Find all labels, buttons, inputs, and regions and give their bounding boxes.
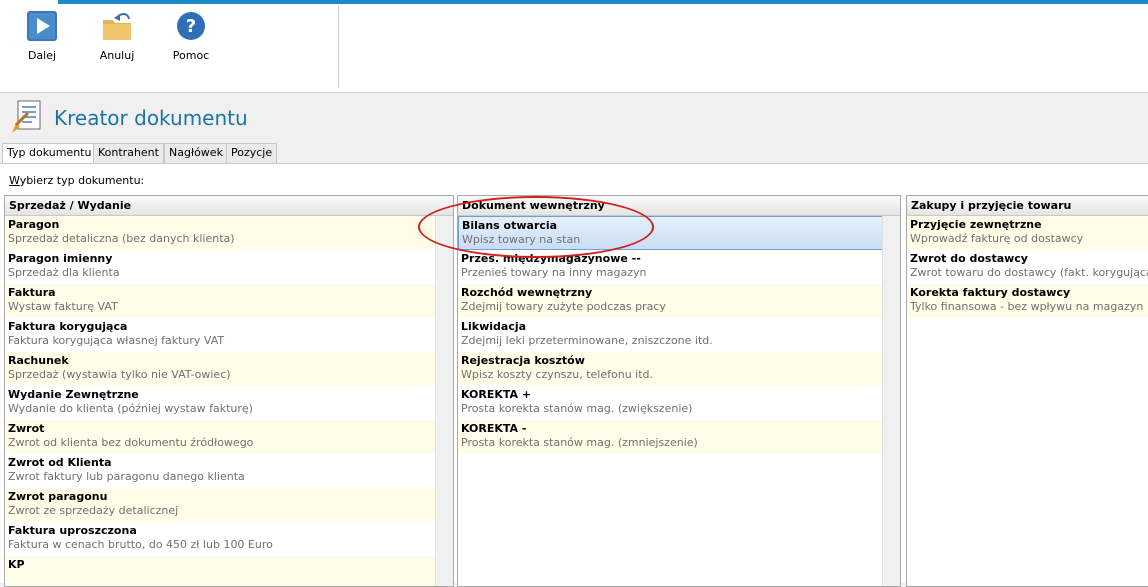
item-desc: Sprzedaż detaliczna (bez danych klienta) xyxy=(8,232,235,245)
sales-panel: Sprzedaż / Wydanie Paragon Sprzedaż detal… xyxy=(4,195,454,587)
item-desc: Prosta korekta stanów mag. (zmniejszenie… xyxy=(461,436,698,449)
toolbar: Dalej Anuluj ? Pomoc xyxy=(0,0,1148,93)
item-desc: Zwrot towaru do dostawcy (fakt. korygują… xyxy=(910,266,1148,279)
item-desc: Wystaw fakturę VAT xyxy=(8,300,118,313)
item-title: KOREKTA + xyxy=(461,388,532,401)
play-icon xyxy=(26,11,58,45)
list-item[interactable]: Zwrot do dostawcy Zwrot towaru do dostawc… xyxy=(907,250,1148,284)
internal-panel: Dokument wewnętrzny Bilans otwarcia Wpisz… xyxy=(457,195,901,587)
cancel-button[interactable]: Anuluj xyxy=(87,10,147,62)
item-desc: Zwrot faktury lub paragonu danego klient… xyxy=(8,470,245,483)
help-icon: ? xyxy=(175,12,207,45)
list-item[interactable]: Przes. międzymagazynowe -- Przenieś towar… xyxy=(458,250,885,284)
item-title: Wydanie Zewnętrzne xyxy=(8,388,139,401)
item-title: Zwrot od Klienta xyxy=(8,456,112,469)
toolbar-separator xyxy=(338,6,339,88)
item-desc: Wprowadź fakturę od dostawcy xyxy=(910,232,1084,245)
item-desc xyxy=(8,572,453,586)
tab-document-type[interactable]: Typ dokumentu xyxy=(2,143,97,165)
item-desc: Sprzedaż (wystawia tylko nie VAT-owiec) xyxy=(8,368,231,381)
list-item[interactable]: Faktura Wystaw fakturę VAT xyxy=(5,284,453,318)
svg-text:?: ? xyxy=(186,16,196,37)
item-title: KOREKTA - xyxy=(461,422,527,435)
tab-contractor[interactable]: Kontrahent xyxy=(93,143,164,164)
ribbon-accent-line xyxy=(58,0,1148,4)
item-title: KP xyxy=(8,558,25,571)
prompt-text: ybierz typ dokumentu: xyxy=(19,174,145,187)
internal-panel-header: Dokument wewnętrzny xyxy=(458,196,900,216)
item-title: Faktura xyxy=(8,286,56,299)
list-item[interactable]: Rejestracja kosztów Wpisz koszty czynszu,… xyxy=(458,352,885,386)
internal-scrollbar[interactable] xyxy=(882,216,900,586)
item-desc: Wpisz towary na stan xyxy=(462,233,581,246)
item-desc: Faktura w cenach brutto, do 450 zł lub 1… xyxy=(8,538,273,551)
list-item[interactable]: Rozchód wewnętrzny Zdejmij towary zużyte … xyxy=(458,284,885,318)
list-item[interactable]: Likwidacja Zdejmij leki przeterminowane, … xyxy=(458,318,885,352)
folder-undo-icon xyxy=(101,13,133,45)
item-title: Paragon imienny xyxy=(8,252,113,265)
item-title: Zwrot xyxy=(8,422,45,435)
item-title: Paragon xyxy=(8,218,60,231)
list-item[interactable]: KOREKTA - Prosta korekta stanów mag. (zmn… xyxy=(458,420,885,454)
list-item[interactable]: Rachunek Sprzedaż (wystawia tylko nie VAT… xyxy=(5,352,453,386)
item-desc: Zwrot ze sprzedaży detalicznej xyxy=(8,504,179,517)
list-item[interactable]: Zwrot od Klienta Zwrot faktury lub parago… xyxy=(5,454,453,488)
next-button-label: Dalej xyxy=(27,49,57,62)
item-desc: Faktura korygująca własnej faktury VAT xyxy=(8,334,225,347)
list-item[interactable]: Faktura uproszczona Faktura w cenach brut… xyxy=(5,522,453,556)
help-button[interactable]: ? Pomoc xyxy=(161,10,221,62)
help-button-label: Pomoc xyxy=(172,49,210,62)
item-title: Rozchód wewnętrzny xyxy=(461,286,593,299)
list-item[interactable]: Korekta faktury dostawcy Tylko finansowa … xyxy=(907,284,1148,318)
list-item[interactable]: Paragon imienny Sprzedaż dla klienta xyxy=(5,250,453,284)
list-item[interactable]: KOREKTA + Prosta korekta stanów mag. (zwi… xyxy=(458,386,885,420)
item-title: Przyjęcie zewnętrzne xyxy=(910,218,1042,231)
internal-list: Bilans otwarcia Wpisz towary na stan Prze… xyxy=(458,216,885,454)
item-title: Faktura uproszczona xyxy=(8,524,137,537)
item-desc: Wydanie do klienta (później wystaw faktu… xyxy=(8,402,253,415)
item-desc: Prosta korekta stanów mag. (zwiększenie) xyxy=(461,402,693,415)
item-desc: Zwrot od klienta bez dokumentu źródłoweg… xyxy=(8,436,254,449)
item-desc: Wpisz koszty czynszu, telefonu itd. xyxy=(461,368,654,381)
list-item-selected[interactable]: Bilans otwarcia Wpisz towary na stan xyxy=(458,216,885,250)
next-button[interactable]: Dalej xyxy=(12,10,72,62)
item-title: Likwidacja xyxy=(461,320,527,333)
item-title: Rejestracja kosztów xyxy=(461,354,585,367)
list-item[interactable]: Wydanie Zewnętrzne Wydanie do klienta (pó… xyxy=(5,386,453,420)
item-desc: Przenieś towary na inny magazyn xyxy=(461,266,647,279)
list-item[interactable]: Zwrot Zwrot od klienta bez dokumentu źród… xyxy=(5,420,453,454)
document-wizard-icon xyxy=(10,99,46,138)
cancel-button-label: Anuluj xyxy=(99,49,135,62)
item-desc: Zdejmij towary zużyte podczas pracy xyxy=(461,300,666,313)
item-title: Bilans otwarcia xyxy=(462,219,558,232)
item-desc: Sprzedaż dla klienta xyxy=(8,266,120,279)
item-title: Rachunek xyxy=(8,354,69,367)
item-title: Korekta faktury dostawcy xyxy=(910,286,1071,299)
item-title: Przes. międzymagazynowe -- xyxy=(461,252,641,265)
list-item[interactable]: Przyjęcie zewnętrzne Wprowadź fakturę od … xyxy=(907,216,1148,250)
sales-panel-header: Sprzedaż / Wydanie xyxy=(5,196,453,216)
item-title: Faktura korygująca xyxy=(8,320,128,333)
tab-header[interactable]: Nagłówek xyxy=(164,143,228,164)
item-desc: Tylko finansowa - bez wpływu na magazyn xyxy=(910,300,1144,313)
sales-scrollbar[interactable] xyxy=(435,216,453,586)
prompt-label: Wybierz typ dokumentu: xyxy=(9,174,144,187)
list-item[interactable]: Zwrot paragonu Zwrot ze sprzedaży detalic… xyxy=(5,488,453,522)
purchases-panel-header: Zakupy i przyjęcie towaru xyxy=(907,196,1148,216)
page-title: Kreator dokumentu xyxy=(54,106,248,130)
purchases-panel: Zakupy i przyjęcie towaru Przyjęcie zewn… xyxy=(906,195,1148,587)
list-item[interactable]: Paragon Sprzedaż detaliczna (bez danych k… xyxy=(5,216,453,250)
list-item[interactable]: Faktura korygująca Faktura korygująca wła… xyxy=(5,318,453,352)
item-title: Zwrot paragonu xyxy=(8,490,108,503)
prompt-accelerator: W xyxy=(9,174,20,187)
list-item[interactable]: KP xyxy=(5,556,453,586)
item-desc: Zdejmij leki przeterminowane, zniszczone… xyxy=(461,334,713,347)
item-title: Zwrot do dostawcy xyxy=(910,252,1028,265)
tab-items[interactable]: Pozycje xyxy=(226,143,278,164)
